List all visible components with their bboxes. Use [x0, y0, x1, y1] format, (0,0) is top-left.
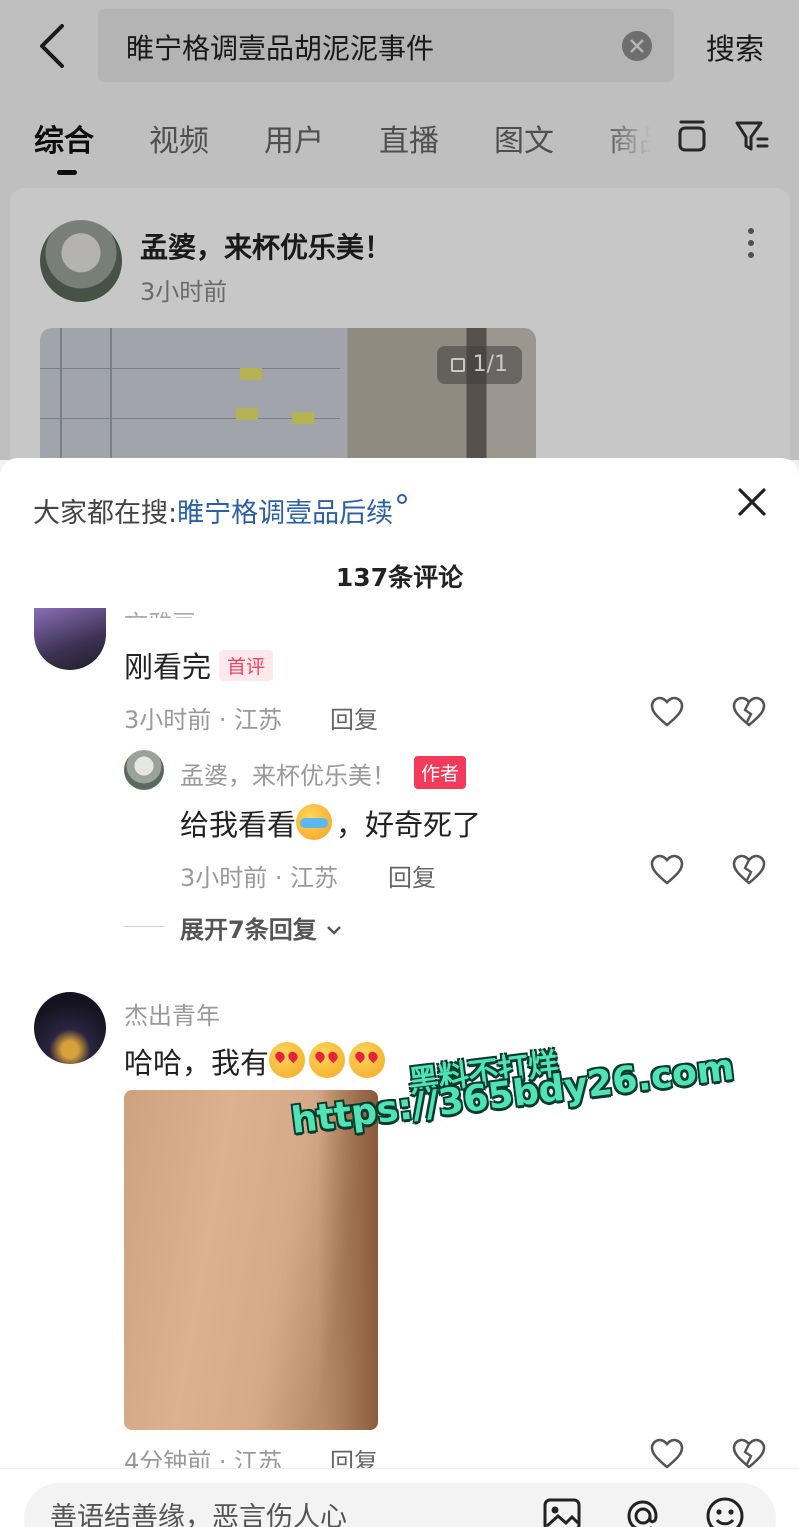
comment-input[interactable]: [50, 1497, 510, 1527]
expand-replies-button[interactable]: 展开7条回复: [180, 910, 343, 945]
comment-text: 哈哈，我有: [124, 1040, 389, 1082]
reply-button[interactable]: 回复: [330, 700, 378, 735]
avatar[interactable]: [34, 992, 106, 1064]
avatar[interactable]: [34, 608, 106, 670]
comment-photo[interactable]: [124, 1090, 378, 1430]
comment-input-container[interactable]: [24, 1483, 776, 1527]
reply-text-end: ，好奇死了: [336, 808, 482, 842]
image-icon[interactable]: [542, 1495, 582, 1527]
heart-eyes-emoji-icon: [349, 1042, 386, 1078]
comment-input-bar: [0, 1468, 799, 1527]
heart-eyes-emoji-icon: [309, 1042, 346, 1078]
like-heart-icon[interactable]: [650, 696, 684, 728]
like-heart-icon[interactable]: [650, 1438, 684, 1470]
hot-search-suggestion[interactable]: 大家都在搜:睢宁格调壹品后续: [33, 491, 408, 530]
dislike-broken-heart-icon[interactable]: [732, 696, 766, 728]
comment-text-content: 哈哈，我有: [124, 1046, 270, 1080]
hot-search-keyword[interactable]: 睢宁格调壹品后续: [177, 498, 393, 529]
reply-button[interactable]: 回复: [388, 858, 436, 893]
first-comment-badge: 首评: [219, 650, 274, 681]
dim-overlay[interactable]: [0, 0, 799, 460]
expand-divider: [124, 926, 164, 927]
dislike-broken-heart-icon[interactable]: [732, 854, 766, 886]
search-icon: [397, 494, 408, 504]
comment-text: 刚看完: [124, 650, 212, 684]
reply-meta: 3小时前 · 江苏: [180, 864, 339, 892]
like-heart-icon[interactable]: [650, 854, 684, 886]
reply-author[interactable]: 孟婆，来杯优乐美！: [180, 756, 396, 791]
dislike-broken-heart-icon[interactable]: [732, 1438, 766, 1470]
heart-eyes-emoji-icon: [269, 1042, 306, 1078]
avatar[interactable]: [124, 750, 164, 790]
reply-text: 给我看看 ，好奇死了: [180, 802, 481, 844]
expand-replies-label: 展开7条回复: [180, 916, 317, 944]
comment-count: 137条评论: [335, 563, 464, 592]
comments-sheet: 大家都在搜:睢宁格调壹品后续 137条评论 文雅豆 刚看完 首评 3小时前 · …: [0, 458, 799, 1527]
author-badge: 作者: [414, 756, 467, 789]
close-sheet-icon[interactable]: [732, 482, 772, 522]
comment-author[interactable]: 杰出青年: [124, 996, 220, 1031]
emoji-icon[interactable]: [704, 1495, 746, 1527]
comment-author[interactable]: 文雅豆: [124, 604, 196, 618]
search-results-page: 睢宁格调壹品胡泥泥事件 搜索 综合 视频 用户 直播 图文 商品: [0, 0, 799, 488]
chevron-down-icon: [327, 926, 341, 935]
hot-search-label: 大家都在搜:: [33, 498, 178, 529]
reply-text-start: 给我看看: [180, 808, 297, 842]
mention-icon[interactable]: [622, 1495, 664, 1527]
crying-laughing-emoji-icon: [296, 804, 333, 840]
comment-meta: 3小时前 · 江苏: [124, 706, 283, 734]
